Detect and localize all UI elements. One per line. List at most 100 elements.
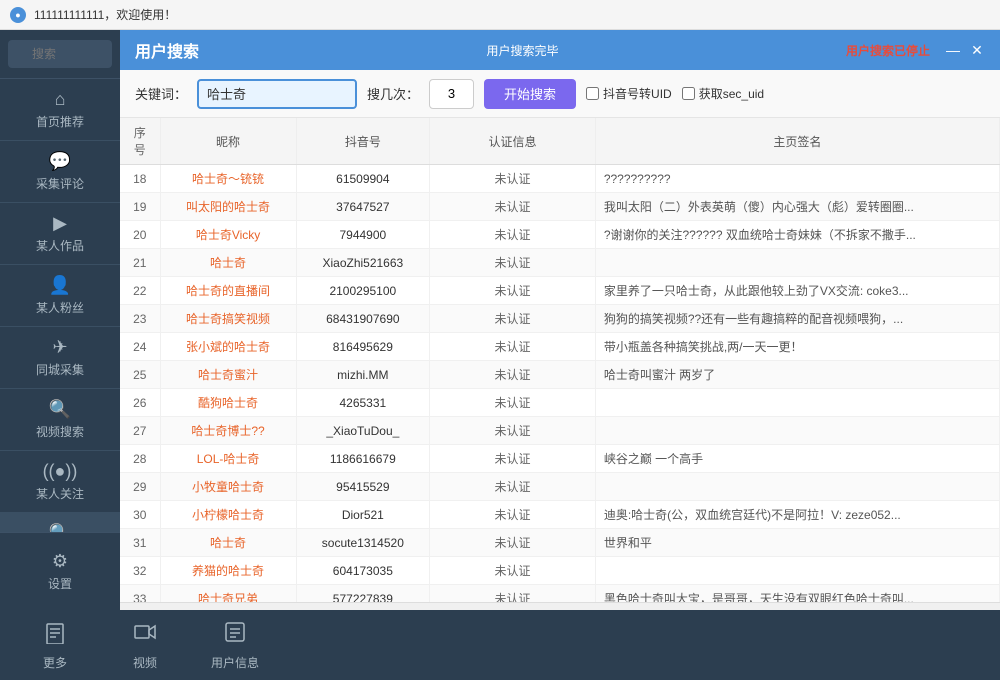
sidebar-item-local-collect[interactable]: ✈ 同城采集 <box>0 327 120 389</box>
cell-sign <box>595 417 999 445</box>
table-row[interactable]: 26 酷狗哈士奇 4265331 未认证 <box>120 389 1000 417</box>
location-icon: ✈ <box>52 337 67 358</box>
checkbox-sec-uid-input[interactable] <box>682 87 695 100</box>
content-area: 用户搜索 用户搜索完毕 用户搜索已停止 — ✕ 关键词： 搜几次： 开始搜索 抖… <box>120 30 1000 610</box>
table-row[interactable]: 25 哈士奇蜜汁 mizhi.MM 未认证 哈士奇叫蜜汁 两岁了 <box>120 361 1000 389</box>
table-row[interactable]: 30 小柠檬哈士奇 Dior521 未认证 迪奥:哈士奇(公，双血统宫廷代)不是… <box>120 501 1000 529</box>
table-row[interactable]: 23 哈士奇搞笑视频 68431907690 未认证 狗狗的搞笑视频??还有一些… <box>120 305 1000 333</box>
window-controls: — ✕ <box>945 42 985 59</box>
cell-sign <box>595 249 999 277</box>
table-row[interactable]: 31 哈士奇 socute1314520 未认证 世界和平 <box>120 529 1000 557</box>
checkbox-sec-uid[interactable]: 获取sec_uid <box>682 85 764 102</box>
cell-sign: 家里养了一只哈士奇，从此跟他较上劲了VX交流: coke3... <box>595 277 999 305</box>
user-search-icon: 🔍 <box>49 523 71 532</box>
cell-index: 32 <box>120 557 160 585</box>
cell-name: 叫太阳的哈士奇 <box>160 193 296 221</box>
bottom-tab-more[interactable]: 更多 <box>10 612 100 679</box>
cell-name: 小牧童哈士奇 <box>160 473 296 501</box>
table-row[interactable]: 18 哈士奇～铳铳 61509904 未认证 ?????????? <box>120 165 1000 193</box>
sidebar-search-area: 🔍 <box>0 30 120 79</box>
cell-sign <box>595 389 999 417</box>
sidebar-item-label: 同城采集 <box>36 361 84 378</box>
cell-auth: 未认证 <box>430 585 596 603</box>
cell-sign: ?谢谢你的关注?????? 双血统哈士奇妹妹（不拆家不撒手... <box>595 221 999 249</box>
count-input[interactable] <box>429 79 474 109</box>
sidebar-items: ⌂ 首页推荐 💬 采集评论 ▶ 某人作品 👤 某人粉丝 ✈ 同城采集 🔍 视频 <box>0 79 120 532</box>
cell-name: 哈士奇兄弟 <box>160 585 296 603</box>
cell-douyin: 604173035 <box>296 557 429 585</box>
cell-douyin: 61509904 <box>296 165 429 193</box>
sidebar-item-person-fans[interactable]: 👤 某人粉丝 <box>0 265 120 327</box>
cell-index: 26 <box>120 389 160 417</box>
cell-name: 哈士奇 <box>160 249 296 277</box>
user-table-container[interactable]: 序号 昵称 抖音号 认证信息 主页签名 18 哈士奇～铳铳 61509904 未… <box>120 118 1000 602</box>
table-row[interactable]: 19 叫太阳的哈士奇 37647527 未认证 我叫太阳（二）外表英萌（傻）内心… <box>120 193 1000 221</box>
col-header-name: 昵称 <box>160 118 296 165</box>
cell-index: 29 <box>120 473 160 501</box>
horizontal-scrollbar[interactable] <box>120 602 1000 610</box>
cell-auth: 未认证 <box>430 557 596 585</box>
sidebar-item-home[interactable]: ⌂ 首页推荐 <box>0 79 120 141</box>
minimize-button[interactable]: — <box>945 42 961 59</box>
bottom-bar: 更多 视频 用户信息 <box>0 610 1000 680</box>
video-icon <box>133 620 157 650</box>
search-button[interactable]: 开始搜索 <box>484 79 576 109</box>
close-button[interactable]: ✕ <box>969 42 985 59</box>
cell-auth: 未认证 <box>430 445 596 473</box>
cell-index: 20 <box>120 221 160 249</box>
user-table: 序号 昵称 抖音号 认证信息 主页签名 18 哈士奇～铳铳 61509904 未… <box>120 118 1000 602</box>
cell-index: 28 <box>120 445 160 473</box>
status-complete: 用户搜索完毕 <box>486 42 558 59</box>
cell-index: 24 <box>120 333 160 361</box>
table-row[interactable]: 33 哈士奇兄弟 577227839 未认证 黑色哈士奇叫大宝，是哥哥，天生没有… <box>120 585 1000 603</box>
sidebar: 🔍 ⌂ 首页推荐 💬 采集评论 ▶ 某人作品 👤 某人粉丝 <box>0 30 120 610</box>
sidebar-item-person-work[interactable]: ▶ 某人作品 <box>0 203 120 265</box>
sidebar-item-settings[interactable]: ⚙ 设置 <box>0 543 120 600</box>
sidebar-item-label: 首页推荐 <box>36 113 84 130</box>
table-row[interactable]: 29 小牧童哈士奇 95415529 未认证 <box>120 473 1000 501</box>
table-row[interactable]: 20 哈士奇Vicky 7944900 未认证 ?谢谢你的关注?????? 双血… <box>120 221 1000 249</box>
cell-douyin: 816495629 <box>296 333 429 361</box>
bottom-tab-user-info-label: 用户信息 <box>211 654 259 671</box>
cell-auth: 未认证 <box>430 305 596 333</box>
table-row[interactable]: 22 哈士奇的直播间 2100295100 未认证 家里养了一只哈士奇，从此跟他… <box>120 277 1000 305</box>
sidebar-item-video-search[interactable]: 🔍 视频搜索 <box>0 389 120 451</box>
checkbox-uid[interactable]: 抖音号转UID <box>586 85 672 102</box>
bottom-tab-more-label: 更多 <box>43 654 67 671</box>
video-search-icon: 🔍 <box>49 399 71 420</box>
cell-name: LOL-哈士奇 <box>160 445 296 473</box>
table-row[interactable]: 24 张小斌的哈士奇 816495629 未认证 带小瓶盖各种搞笑挑战,两/一天… <box>120 333 1000 361</box>
table-row[interactable]: 27 哈士奇博士?? _XiaoTuDou_ 未认证 <box>120 417 1000 445</box>
keyword-input[interactable] <box>197 79 357 109</box>
col-header-index: 序号 <box>120 118 160 165</box>
cell-sign: 狗狗的搞笑视频??还有一些有趣搞粹的配音视频喂狗，... <box>595 305 999 333</box>
sidebar-bottom: ⚙ 设置 <box>0 532 120 610</box>
person-icon: 👤 <box>49 275 71 296</box>
play-icon: ▶ <box>53 213 67 234</box>
search-bar: 关键词： 搜几次： 开始搜索 抖音号转UID 获取sec_uid <box>120 70 1000 118</box>
checkbox-uid-input[interactable] <box>586 87 599 100</box>
title-bar-text: 111111111111，欢迎使用！ <box>34 6 990 23</box>
cell-name: 哈士奇 <box>160 529 296 557</box>
cell-name: 张小斌的哈士奇 <box>160 333 296 361</box>
cell-sign: 哈士奇叫蜜汁 两岁了 <box>595 361 999 389</box>
cell-douyin: socute1314520 <box>296 529 429 557</box>
table-row[interactable]: 32 养猫的哈士奇 604173035 未认证 <box>120 557 1000 585</box>
bottom-tab-video[interactable]: 视频 <box>100 612 190 679</box>
sidebar-search-input[interactable] <box>8 40 112 68</box>
cell-auth: 未认证 <box>430 249 596 277</box>
settings-icon: ⚙ <box>52 551 68 572</box>
sidebar-item-collect-comment[interactable]: 💬 采集评论 <box>0 141 120 203</box>
checkbox-uid-label: 抖音号转UID <box>603 85 672 102</box>
cell-index: 27 <box>120 417 160 445</box>
sidebar-item-user-search[interactable]: 🔍 用户搜索 <box>0 513 120 532</box>
keyword-label: 关键词： <box>135 84 187 103</box>
cell-sign: 黑色哈士奇叫大宝，是哥哥，天生没有双眼红色哈士奇叫... <box>595 585 999 603</box>
cell-name: 养猫的哈士奇 <box>160 557 296 585</box>
table-row[interactable]: 28 LOL-哈士奇 1186616679 未认证 峡谷之巅 一个高手 <box>120 445 1000 473</box>
bottom-tab-user-info[interactable]: 用户信息 <box>190 612 280 679</box>
table-row[interactable]: 21 哈士奇 XiaoZhi521663 未认证 <box>120 249 1000 277</box>
status-stopped: 用户搜索已停止 <box>846 42 930 59</box>
sidebar-item-person-follow[interactable]: ((●)) 某人关注 <box>0 451 120 513</box>
cell-index: 31 <box>120 529 160 557</box>
